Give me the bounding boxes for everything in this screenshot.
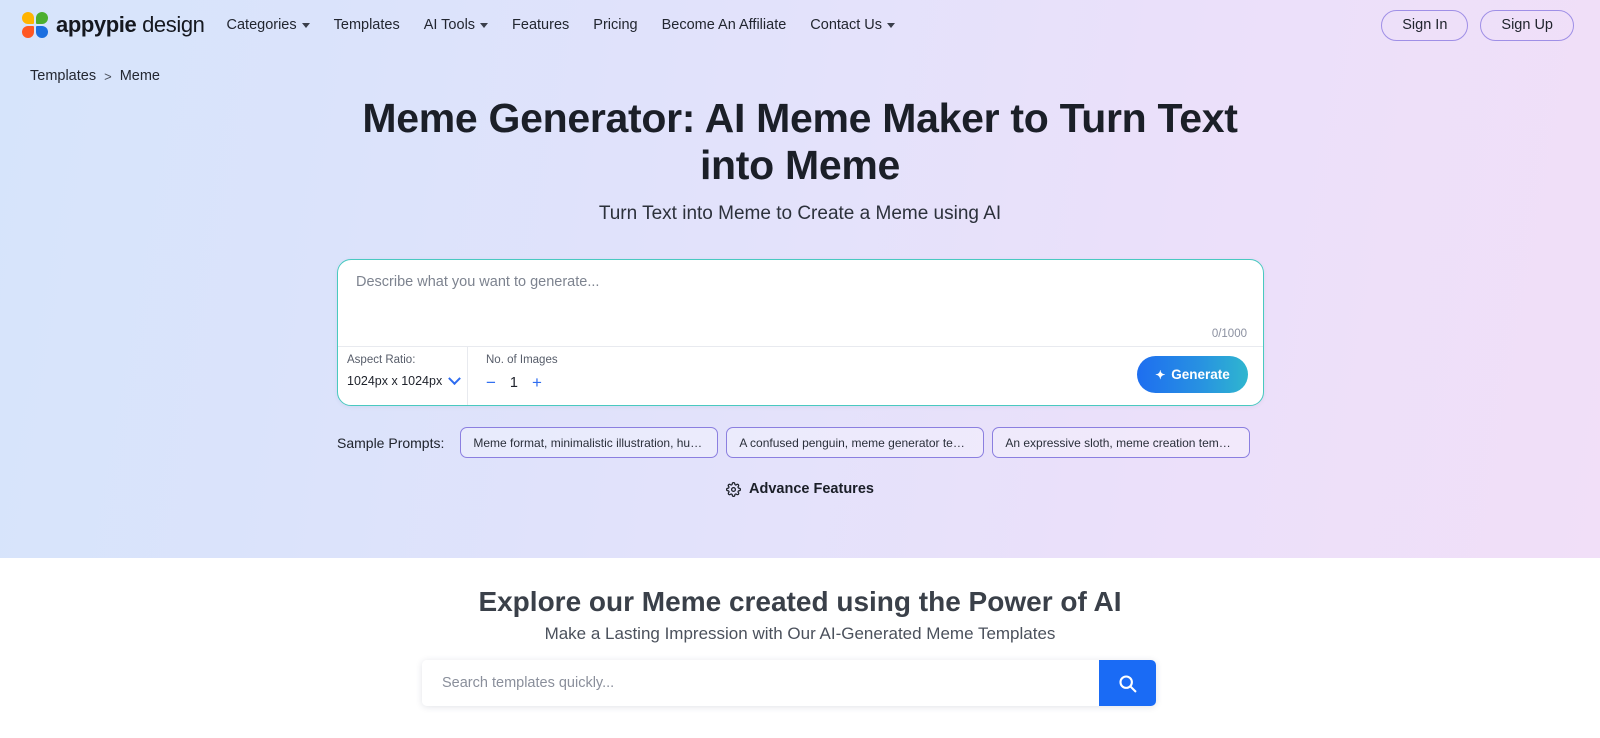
- nav-label-features: Features: [512, 17, 570, 33]
- advance-features-label: Advance Features: [749, 481, 874, 497]
- aspect-ratio-select[interactable]: 1024px x 1024px: [347, 371, 461, 388]
- sign-up-button[interactable]: Sign Up: [1480, 9, 1574, 41]
- logo-text-bold: appypie: [56, 12, 137, 37]
- appypie-flower-logo-icon: [22, 11, 49, 39]
- nav-label-categories: Categories: [226, 17, 297, 33]
- logo[interactable]: appypie design: [22, 11, 205, 39]
- explore-subtitle: Make a Lasting Impression with Our AI-Ge…: [544, 624, 1056, 643]
- generator-card: 0/1000 Aspect Ratio: 1024px x 1024px No.…: [337, 259, 1264, 406]
- nav-item-ai-tools[interactable]: AI Tools: [423, 17, 489, 33]
- chevron-down-icon: [887, 22, 896, 28]
- aspect-ratio-label: Aspect Ratio:: [347, 354, 416, 366]
- chevron-down-icon: [480, 22, 489, 28]
- page-title: Meme Generator: AI Meme Maker to Turn Te…: [362, 95, 1238, 188]
- sample-prompt-chip-label: Meme format, minimalistic illustration, …: [473, 435, 706, 450]
- sample-prompt-chip[interactable]: An expressive sloth, meme creation templ…: [992, 427, 1251, 458]
- sparkle-icon: ✦: [1155, 367, 1166, 382]
- page-subtitle: Turn Text into Meme to Create a Meme usi…: [598, 203, 1002, 224]
- nav-label-ai-tools: AI Tools: [423, 17, 476, 33]
- nav-label-become-an-affiliate: Become An Affiliate: [661, 17, 787, 33]
- nav-item-templates[interactable]: Templates: [334, 17, 400, 33]
- explore-title: Explore our Meme created using the Power…: [478, 586, 1122, 617]
- sample-prompt-chips: Meme format, minimalistic illustration, …: [460, 427, 1251, 458]
- aspect-ratio-value: 1024px x 1024px: [347, 374, 443, 388]
- chevron-down-icon: [301, 22, 310, 28]
- breadcrumb: Templates > Meme: [30, 68, 160, 84]
- prompt-input[interactable]: [356, 274, 1245, 318]
- sample-prompt-chip-label: A confused penguin, meme generator templ…: [739, 435, 972, 450]
- character-counter: 0/1000: [1211, 328, 1247, 340]
- navbar: appypie design Categories Templates AI T…: [0, 0, 1600, 50]
- nav-item-become-an-affiliate[interactable]: Become An Affiliate: [662, 17, 787, 33]
- sample-prompt-chip-label: An expressive sloth, meme creation templ…: [1005, 435, 1238, 450]
- search-input[interactable]: [422, 660, 1099, 706]
- sample-prompts-label: Sample Prompts:: [337, 434, 445, 451]
- generate-button-label: Generate: [1171, 367, 1230, 382]
- nav-label-contact-us: Contact Us: [810, 17, 883, 33]
- generator-prompt-area: 0/1000: [338, 260, 1263, 347]
- search-icon: [1119, 674, 1137, 692]
- increment-button[interactable]: +: [532, 374, 542, 391]
- nav-item-categories[interactable]: Categories: [227, 17, 310, 33]
- nav-label-templates: Templates: [333, 17, 400, 33]
- nav-item-pricing[interactable]: Pricing: [593, 17, 637, 33]
- page-root: appypie design Categories Templates AI T…: [0, 0, 1600, 738]
- breadcrumb-separator: >: [104, 68, 112, 84]
- decrement-button[interactable]: −: [486, 374, 496, 391]
- logo-text-light: design: [142, 12, 205, 37]
- sample-prompt-chip[interactable]: Meme format, minimalistic illustration, …: [460, 427, 719, 458]
- breadcrumb-meme: Meme: [119, 68, 160, 84]
- nav-item-contact-us[interactable]: Contact Us: [810, 17, 896, 33]
- auth-buttons: Sign In Sign Up: [1381, 9, 1578, 41]
- sample-prompts: Sample Prompts: Meme format, minimalisti…: [337, 427, 1264, 458]
- num-images-value: 1: [509, 374, 518, 391]
- explore-section: Explore our Meme created using the Power…: [0, 558, 1600, 738]
- aspect-ratio-control: Aspect Ratio: 1024px x 1024px: [338, 347, 468, 405]
- sample-prompt-chip[interactable]: A confused penguin, meme generator templ…: [726, 427, 985, 458]
- nav-label-pricing: Pricing: [593, 17, 638, 33]
- logo-text: appypie design: [56, 12, 205, 38]
- breadcrumb-templates[interactable]: Templates: [30, 68, 96, 84]
- search-button[interactable]: [1099, 660, 1156, 706]
- nav-item-features[interactable]: Features: [512, 17, 569, 33]
- generator-controls: Aspect Ratio: 1024px x 1024px No. of Ima…: [338, 347, 1263, 405]
- hero-section: appypie design Categories Templates AI T…: [0, 0, 1600, 558]
- gear-icon: [726, 481, 741, 497]
- generate-button[interactable]: ✦ Generate: [1137, 356, 1248, 393]
- nav-links: Categories Templates AI Tools Features P…: [227, 17, 896, 33]
- sign-in-button[interactable]: Sign In: [1381, 9, 1469, 41]
- template-search: [422, 660, 1156, 706]
- advance-features-toggle[interactable]: Advance Features: [0, 481, 1600, 497]
- chevron-down-icon: [448, 371, 461, 385]
